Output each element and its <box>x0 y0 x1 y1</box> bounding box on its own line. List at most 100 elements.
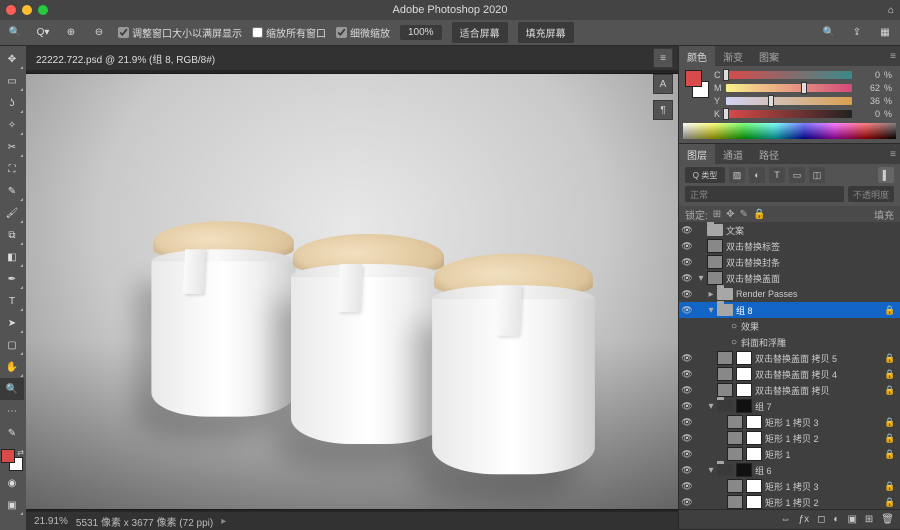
workspace-icon[interactable]: ▦ <box>876 24 894 42</box>
layer-row[interactable]: 👁 双击替换封条 <box>679 254 900 270</box>
frame-tool[interactable]: ⛶ <box>0 158 24 180</box>
disclosure-triangle[interactable]: ▾ <box>695 273 707 284</box>
status-chevron-icon[interactable]: ▸ <box>221 516 226 527</box>
layer-name[interactable]: 矩形 1 拷贝 3 <box>765 416 884 429</box>
visibility-toggle[interactable]: 👁 <box>679 353 695 364</box>
filter-toggle[interactable]: ▌ <box>878 167 894 183</box>
screenmode-tool[interactable]: ▣ <box>0 494 24 516</box>
visibility-toggle[interactable]: 👁 <box>679 225 695 236</box>
lasso-tool[interactable]: ʖ <box>0 92 24 114</box>
visibility-toggle[interactable]: 👁 <box>679 433 695 444</box>
visibility-toggle[interactable]: 👁 <box>679 257 695 268</box>
lock-pixel-icon[interactable]: ✎ <box>740 209 748 220</box>
visibility-toggle[interactable]: 👁 <box>679 465 695 476</box>
gradient-tool[interactable]: ◧ <box>0 246 24 268</box>
layer-name[interactable]: 组 7 <box>755 400 884 413</box>
move-tool[interactable]: ✥ <box>0 48 24 70</box>
tab-gradient[interactable]: 渐变 <box>715 46 751 66</box>
filter-adjust-icon[interactable]: ◐ <box>749 167 765 183</box>
dock-history-icon[interactable]: ≡ <box>653 48 673 68</box>
layer-name[interactable]: 矩形 1 拷贝 2 <box>765 432 884 445</box>
color-slider-K[interactable] <box>726 110 852 118</box>
disclosure-triangle[interactable]: ▾ <box>705 465 717 476</box>
fit-screen-button[interactable]: 适合屏幕 <box>452 22 508 43</box>
tab-color[interactable]: 颜色 <box>679 46 715 66</box>
lock-pos-icon[interactable]: ✥ <box>726 209 734 220</box>
delete-layer-icon[interactable]: 🗑 <box>881 514 894 525</box>
crop-tool[interactable]: ✂ <box>0 136 24 158</box>
fill-screen-button[interactable]: 填充屏幕 <box>518 22 574 43</box>
tab-layers[interactable]: 图层 <box>679 144 715 164</box>
visibility-toggle[interactable]: 👁 <box>679 497 695 508</box>
tab-pattern[interactable]: 图案 <box>751 46 787 66</box>
layer-name[interactable]: 矩形 1 拷贝 3 <box>765 480 884 493</box>
visibility-toggle[interactable]: 👁 <box>679 385 695 396</box>
layer-row[interactable]: ○效果 <box>679 318 900 334</box>
panel-menu-icon[interactable]: ≡ <box>890 149 896 160</box>
layer-row[interactable]: ○斜面和浮雕 <box>679 334 900 350</box>
visibility-toggle[interactable]: 👁 <box>679 449 695 460</box>
swap-colors-icon[interactable]: ⇄ <box>17 448 24 457</box>
group-icon[interactable]: ▣ <box>847 514 856 525</box>
filter-smart-icon[interactable]: ◫ <box>809 167 825 183</box>
layer-row[interactable]: 👁 ▾ 组 8 🔒 <box>679 302 900 318</box>
visibility-toggle[interactable]: 👁 <box>679 417 695 428</box>
layer-row[interactable]: 👁 双击替换盖面 拷贝 4 🔒 <box>679 366 900 382</box>
layers-list[interactable]: 👁 文案 👁 双击替换标签 👁 双击替换封条 👁 ▾ 双击替换盖面 👁 ▸ Re… <box>679 222 900 509</box>
color-swatch[interactable]: ⇄ <box>0 448 24 472</box>
adjustment-layer-icon[interactable]: ◐ <box>833 514 839 525</box>
visibility-toggle[interactable]: 👁 <box>679 369 695 380</box>
layer-name[interactable]: 矩形 1 拷贝 2 <box>765 496 884 509</box>
layer-name[interactable]: Render Passes <box>736 289 884 299</box>
visibility-toggle[interactable]: 👁 <box>679 273 695 284</box>
wand-tool[interactable]: ✧ <box>0 114 24 136</box>
layer-row[interactable]: 👁 矩形 1 拷贝 3 🔒 <box>679 414 900 430</box>
zoom-out-icon[interactable]: ⊖ <box>90 24 108 42</box>
search-icon[interactable]: 🔍 <box>820 24 838 42</box>
layer-name[interactable]: 双击替换盖面 拷贝 5 <box>755 352 884 365</box>
quickmask-tool[interactable]: ◉ <box>0 472 24 494</box>
dock-para-icon[interactable]: ¶ <box>653 100 673 120</box>
layer-row[interactable]: 👁 ▾ 组 6 <box>679 462 900 478</box>
filter-type-icon[interactable]: T <box>769 167 785 183</box>
filter-pixel-icon[interactable]: ▨ <box>729 167 745 183</box>
panel-swatch[interactable] <box>685 70 709 98</box>
opacity-field[interactable]: 不透明度 <box>848 186 894 202</box>
color-slider-M[interactable] <box>726 84 852 92</box>
document-tab[interactable]: 22222.722.psd @ 21.9% (组 8, RGB/8#) <box>26 46 678 70</box>
visibility-toggle[interactable]: 👁 <box>679 481 695 492</box>
layer-name[interactable]: 矩形 1 <box>765 448 884 461</box>
layer-row[interactable]: 👁 双击替换盖面 拷贝 🔒 <box>679 382 900 398</box>
layer-row[interactable]: 👁 矩形 1 拷贝 2 🔒 <box>679 494 900 509</box>
panel-menu-icon[interactable]: ≡ <box>890 51 896 62</box>
hand-tool[interactable]: ✋ <box>0 356 24 378</box>
layer-row[interactable]: 👁 文案 <box>679 222 900 238</box>
layer-name[interactable]: 斜面和浮雕 <box>741 336 884 349</box>
zoom-in-icon[interactable]: ⊕ <box>62 24 80 42</box>
disclosure-triangle[interactable]: ▸ <box>705 289 717 300</box>
color-slider-C[interactable] <box>726 71 852 79</box>
color-slider-Y[interactable] <box>726 97 852 105</box>
foreground-color[interactable] <box>1 449 15 463</box>
layer-row[interactable]: 👁 ▸ Render Passes <box>679 286 900 302</box>
filter-shape-icon[interactable]: ▭ <box>789 167 805 183</box>
layer-row[interactable]: 👁 矩形 1 🔒 <box>679 446 900 462</box>
canvas-area[interactable] <box>26 70 678 512</box>
edit-toolbar[interactable]: ✎ <box>0 422 24 444</box>
visibility-toggle[interactable]: 👁 <box>679 241 695 252</box>
eyedropper-tool[interactable]: ✎ <box>0 180 24 202</box>
zoom-all-checkbox[interactable]: 缩放所有窗口 <box>252 25 326 40</box>
layer-fx-icon[interactable]: ƒx <box>799 514 810 525</box>
lock-full-icon[interactable]: 🔒 <box>753 209 765 220</box>
layer-row[interactable]: 👁 ▾ 组 7 <box>679 398 900 414</box>
canvas[interactable] <box>26 74 678 509</box>
share-icon[interactable]: ⇪ <box>848 24 866 42</box>
tab-paths[interactable]: 路径 <box>751 144 787 164</box>
zoom-tool[interactable]: 🔍 <box>0 378 24 400</box>
visibility-toggle[interactable]: 👁 <box>679 401 695 412</box>
path-tool[interactable]: ➤ <box>0 312 24 334</box>
layer-filter-kind[interactable]: Q 类型 <box>685 167 725 183</box>
status-zoom[interactable]: 21.91% <box>34 516 68 527</box>
layer-name[interactable]: 文案 <box>726 224 884 237</box>
layer-name[interactable]: 双击替换盖面 拷贝 4 <box>755 368 884 381</box>
